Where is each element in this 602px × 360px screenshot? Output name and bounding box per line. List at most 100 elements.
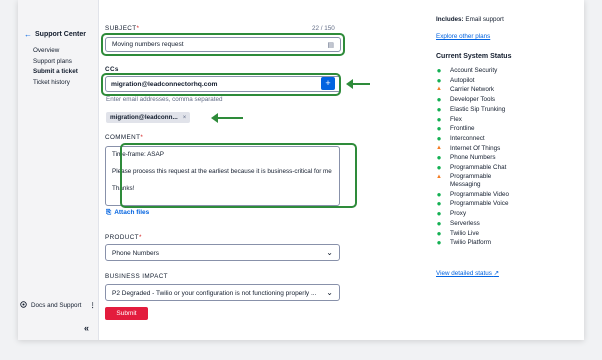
cc-chip: migration@leadconn... ×	[106, 112, 191, 123]
warning-triangle-icon: ▲	[436, 144, 442, 151]
status-ok-dot-icon: ●	[436, 104, 442, 114]
status-item-label: Autopilot	[450, 76, 475, 84]
status-ok-dot-icon: ●	[436, 114, 442, 124]
status-item-label: Twilio Live	[450, 229, 480, 237]
status-item: ▲ Carrier Network	[436, 85, 520, 95]
status-title: Current System Status	[436, 53, 512, 60]
sidebar-item-ticket-history[interactable]: Ticket history	[33, 78, 78, 89]
required-mark: *	[140, 134, 144, 141]
explore-plans-link[interactable]: Explore other plans	[436, 33, 490, 40]
docs-and-support[interactable]: Docs and Support ⋮	[20, 301, 96, 310]
docs-label: Docs and Support	[31, 302, 82, 309]
status-item-label: Carrier Network	[450, 86, 495, 94]
status-list: ● Account Security ● Autopilot ▲ Carrier Netw…	[436, 66, 520, 248]
warning-triangle-icon: ▲	[436, 173, 442, 180]
sidebar-nav: Overview Support plans Submit a ticket T…	[33, 46, 78, 88]
impact-value: P2 Degraded - Twilio or your configurati…	[112, 290, 317, 297]
sidebar-item-support-plans[interactable]: Support plans	[33, 57, 78, 68]
sidebar-item-submit-ticket[interactable]: Submit a ticket	[33, 67, 78, 78]
highlight-cc	[101, 73, 341, 96]
arrow-left-icon: ←	[24, 30, 32, 39]
status-item-label: Developer Tools	[450, 96, 496, 104]
status-item-label: Programmable Video	[450, 190, 510, 198]
close-icon[interactable]: ×	[183, 115, 187, 121]
warning-triangle-icon: ▲	[436, 86, 442, 93]
docs-icon	[20, 301, 27, 310]
chevron-down-icon: ⌄	[326, 288, 333, 297]
sidebar: ← Support Center Overview Support plans …	[18, 0, 99, 340]
status-item-label: Elastic Sip Trunking	[450, 105, 506, 113]
status-ok-dot-icon: ●	[436, 66, 442, 75]
subject-label: SUBJECT*	[105, 25, 139, 32]
includes-value: Email support	[465, 16, 504, 23]
status-item-label: Serverless	[450, 219, 480, 227]
status-ok-dot-icon: ●	[436, 238, 442, 248]
status-item-label: Proxy	[450, 210, 467, 218]
product-label-text: PRODUCT	[105, 234, 139, 241]
status-item-label: Frontline	[450, 125, 475, 133]
submit-button[interactable]: Submit	[105, 307, 148, 320]
product-value: Phone Numbers	[112, 250, 159, 257]
sidebar-title: Support Center	[35, 31, 86, 38]
status-item: ● Developer Tools	[436, 95, 520, 105]
plan-includes: Includes: Email support	[436, 16, 504, 23]
more-menu-icon[interactable]: ⋮	[89, 302, 95, 309]
product-label: PRODUCT*	[105, 234, 142, 241]
highlight-comment	[120, 143, 357, 208]
status-ok-dot-icon: ●	[436, 209, 442, 219]
status-item-label: Programmable Chat	[450, 164, 507, 172]
status-item: ● Phone Numbers	[436, 153, 520, 163]
status-item: ● Interconnect	[436, 134, 520, 144]
impact-label: BUSINESS IMPACT	[105, 273, 168, 280]
view-detailed-status-link[interactable]: View detailed status ↗	[436, 270, 499, 277]
status-item: ● Elastic Sip Trunking	[436, 105, 520, 115]
status-item: ● Programmable Voice	[436, 199, 520, 209]
detail-link-label: View detailed status	[436, 270, 492, 277]
status-ok-dot-icon: ●	[436, 153, 442, 163]
chevron-down-icon: ⌄	[326, 248, 333, 257]
status-item: ● Autopilot	[436, 76, 520, 86]
paperclip-icon: ⎘	[106, 209, 112, 216]
required-mark: *	[138, 234, 142, 241]
product-select[interactable]: Phone Numbers ⌄	[105, 244, 340, 261]
subject-counter: 22 / 150	[312, 25, 335, 32]
status-item: ▲ Programmable Messaging	[436, 173, 520, 189]
status-item-label: Programmable Messaging	[450, 172, 492, 188]
status-ok-dot-icon: ●	[436, 163, 442, 173]
attach-files-label: Attach files	[114, 209, 150, 216]
cc-chip-label: migration@leadconn...	[110, 114, 178, 121]
back-to-support-center[interactable]: ← Support Center	[24, 30, 86, 39]
subject-label-text: SUBJECT	[105, 25, 137, 32]
arrow-chip-icon	[211, 113, 243, 123]
cc-help-text: Enter email addresses, comma separated	[106, 96, 223, 103]
highlight-subject	[101, 33, 345, 56]
sidebar-item-overview[interactable]: Overview	[33, 46, 78, 57]
status-item-label: Phone Numbers	[450, 154, 496, 162]
status-item: ● Twilio Live	[436, 229, 520, 239]
status-item: ● Twilio Platform	[436, 238, 520, 248]
status-item-label: Interconnect	[450, 134, 485, 142]
includes-label: Includes:	[436, 16, 464, 23]
status-ok-dot-icon: ●	[436, 124, 442, 134]
status-item: ● Flex	[436, 115, 520, 125]
arrow-cc-icon	[346, 79, 370, 89]
status-ok-dot-icon: ●	[436, 133, 442, 143]
cc-label: CCs	[105, 66, 119, 73]
status-item-label: Programmable Voice	[450, 200, 509, 208]
attach-files-link[interactable]: ⎘ Attach files	[106, 209, 149, 217]
status-ok-dot-icon: ●	[436, 218, 442, 228]
status-ok-dot-icon: ●	[436, 75, 442, 85]
comment-label: COMMENT*	[105, 134, 143, 141]
status-item: ● Account Security	[436, 66, 520, 76]
status-item-label: Internet Of Things	[450, 144, 501, 152]
comment-label-text: COMMENT	[105, 134, 141, 141]
status-item: ● Serverless	[436, 219, 520, 229]
status-item-label: Account Security	[450, 67, 498, 74]
status-item: ● Programmable Video	[436, 190, 520, 200]
status-ok-dot-icon: ●	[436, 189, 442, 199]
impact-select[interactable]: P2 Degraded - Twilio or your configurati…	[105, 284, 340, 301]
status-ok-dot-icon: ●	[436, 228, 442, 238]
collapse-sidebar-icon[interactable]: «	[84, 323, 89, 333]
external-link-icon: ↗	[493, 270, 499, 277]
status-item: ● Frontline	[436, 124, 520, 134]
